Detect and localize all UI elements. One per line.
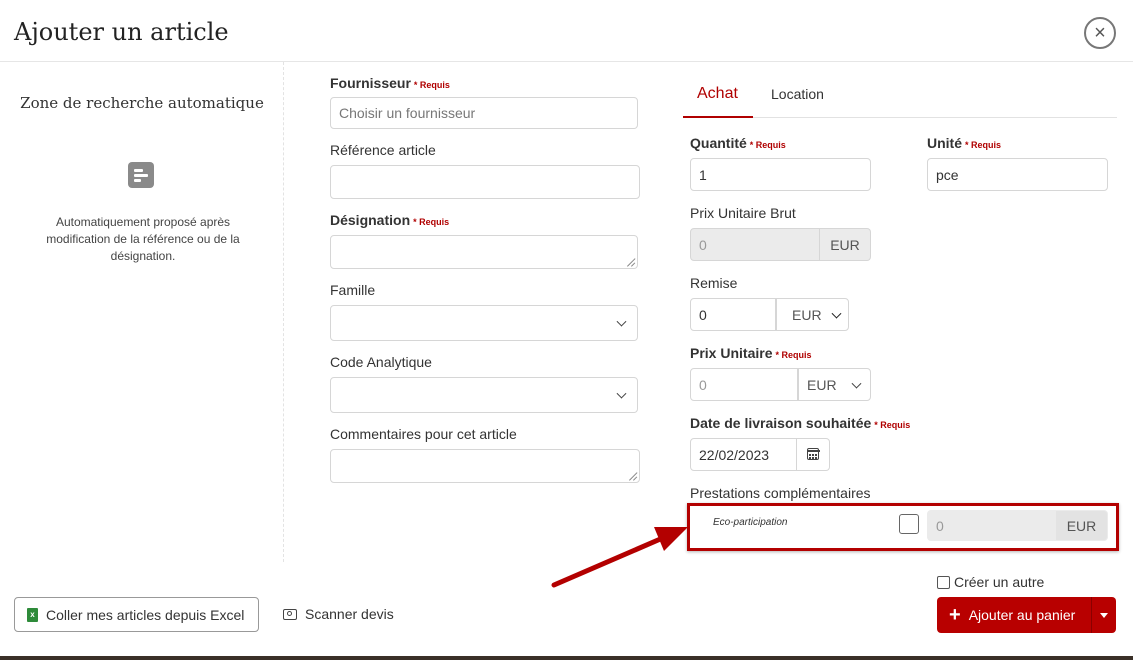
- camera-icon: [283, 608, 297, 620]
- date-livraison-label: Date de livraison souhaitée * Requis: [690, 415, 911, 431]
- famille-select[interactable]: [330, 305, 638, 341]
- close-icon: ×: [1094, 22, 1106, 44]
- prestations-label: Prestations complémentaires: [690, 485, 871, 501]
- chevron-down-icon: [831, 308, 842, 319]
- dialog-header: Ajouter un article ×: [0, 0, 1133, 62]
- chevron-down-icon: [851, 378, 862, 389]
- paste-excel-button[interactable]: x Coller mes articles depuis Excel: [14, 597, 259, 632]
- reference-label: Référence article: [330, 142, 436, 158]
- auto-search-title: Zone de recherche automatique: [20, 94, 264, 112]
- prix-brut-input: 0: [690, 228, 820, 261]
- document-icon: [128, 162, 154, 188]
- reference-input[interactable]: [330, 165, 640, 199]
- eco-participation-label: Eco-participation: [713, 517, 788, 528]
- prix-brut-currency: EUR: [820, 228, 871, 261]
- code-analytique-select[interactable]: [330, 377, 638, 413]
- creer-un-autre[interactable]: Créer un autre: [937, 574, 1044, 590]
- eco-participation-input: 0: [927, 510, 1056, 541]
- auto-search-zone: Zone de recherche automatique Automatiqu…: [0, 62, 284, 562]
- unite-input[interactable]: pce: [927, 158, 1108, 191]
- active-tab-indicator: [683, 116, 753, 118]
- remise-currency-select[interactable]: EUR: [776, 298, 849, 331]
- quantite-input[interactable]: 1: [690, 158, 871, 191]
- close-button[interactable]: ×: [1084, 17, 1116, 49]
- fournisseur-select[interactable]: Choisir un fournisseur: [330, 97, 638, 129]
- resize-handle[interactable]: [629, 472, 637, 480]
- plus-icon: +: [949, 604, 961, 626]
- scan-devis-button[interactable]: Scanner devis: [283, 606, 394, 622]
- famille-label: Famille: [330, 282, 376, 298]
- commentaires-textarea[interactable]: [330, 449, 640, 483]
- auto-search-description: Automatiquement proposé après modificati…: [46, 215, 240, 263]
- prix-unitaire-input[interactable]: 0: [690, 368, 798, 401]
- remise-label: Remise: [690, 275, 738, 291]
- caret-down-icon: [1100, 612, 1108, 618]
- remise-input[interactable]: 0: [690, 298, 776, 331]
- calendar-button[interactable]: [797, 438, 830, 471]
- code-analytique-label: Code Analytique: [330, 354, 432, 370]
- annotation-arrow: [551, 527, 688, 588]
- dialog-title: Ajouter un article: [14, 18, 229, 46]
- add-to-cart-dropdown[interactable]: [1091, 597, 1116, 633]
- add-to-cart-button[interactable]: + Ajouter au panier: [937, 597, 1091, 633]
- prix-unitaire-label: Prix Unitaire * Requis: [690, 345, 812, 361]
- designation-textarea[interactable]: [330, 235, 638, 269]
- calendar-icon: [806, 448, 820, 460]
- designation-label: Désignation * Requis: [330, 212, 450, 228]
- prix-unitaire-currency-select[interactable]: EUR: [798, 368, 871, 401]
- eco-participation-checkbox[interactable]: [899, 514, 919, 534]
- commentaires-label: Commentaires pour cet article: [330, 426, 517, 442]
- eco-participation-currency: EUR: [1056, 510, 1108, 541]
- resize-handle[interactable]: [627, 258, 635, 266]
- chevron-down-icon: [616, 388, 627, 399]
- excel-icon: x: [27, 607, 38, 622]
- prix-brut-label: Prix Unitaire Brut: [690, 205, 796, 221]
- unite-label: Unité * Requis: [927, 135, 1002, 151]
- fournisseur-label: Fournisseur * Requis: [330, 75, 450, 91]
- creer-un-autre-checkbox[interactable]: [937, 575, 950, 589]
- quantite-label: Quantité * Requis: [690, 135, 786, 151]
- date-livraison-input[interactable]: 22/02/2023: [690, 438, 797, 471]
- chevron-down-icon: [616, 316, 627, 327]
- tab-achat[interactable]: Achat: [697, 85, 738, 103]
- tab-location[interactable]: Location: [771, 86, 824, 102]
- background-strip: [0, 656, 1133, 660]
